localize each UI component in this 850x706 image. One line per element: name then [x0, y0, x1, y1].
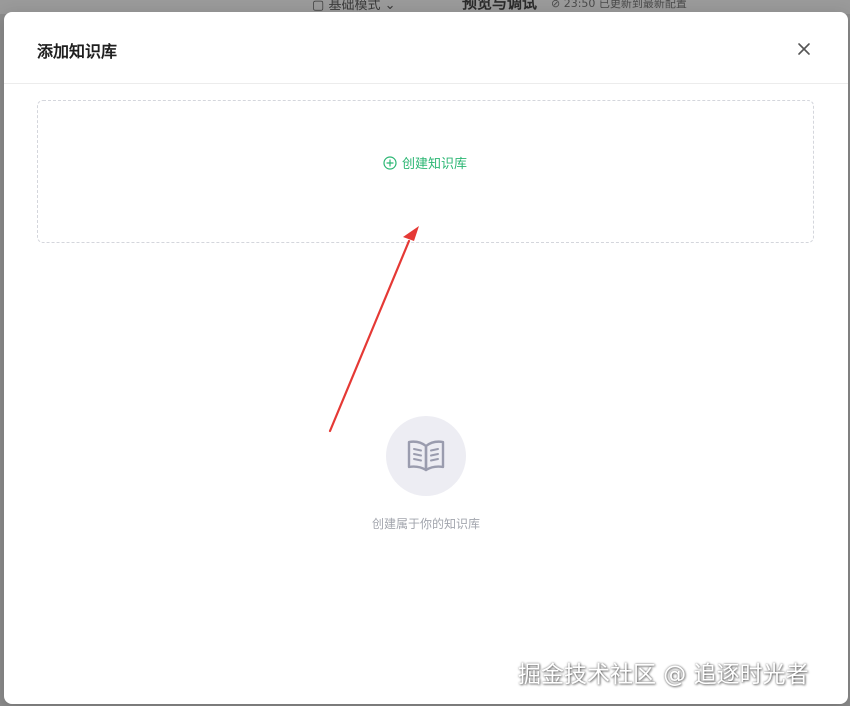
create-knowledge-button[interactable]: 创建知识库 — [383, 153, 467, 172]
create-knowledge-area[interactable]: 创建知识库 — [37, 100, 814, 243]
empty-state-text: 创建属于你的知识库 — [371, 517, 480, 531]
empty-state-illustration — [386, 416, 466, 496]
close-button[interactable] — [790, 35, 818, 63]
plus-circle-icon — [383, 155, 397, 170]
watermark: 掘金技术社区 @ 追逐时光者 — [518, 662, 809, 688]
dialog-header: 添加知识库 — [4, 12, 848, 84]
create-knowledge-label: 创建知识库 — [402, 157, 468, 172]
check-circle-icon: ⊘ — [551, 0, 561, 10]
add-knowledge-dialog: 添加知识库 创建知识库 创建属于你的知识库 — [4, 12, 848, 704]
close-icon — [798, 43, 810, 55]
dialog-title: 添加知识库 — [37, 42, 118, 61]
open-book-icon — [407, 440, 445, 472]
save-status: ⊘ 23:50 已更新到最新配置 — [551, 0, 687, 11]
save-status-text: 23:50 已更新到最新配置 — [563, 0, 687, 10]
